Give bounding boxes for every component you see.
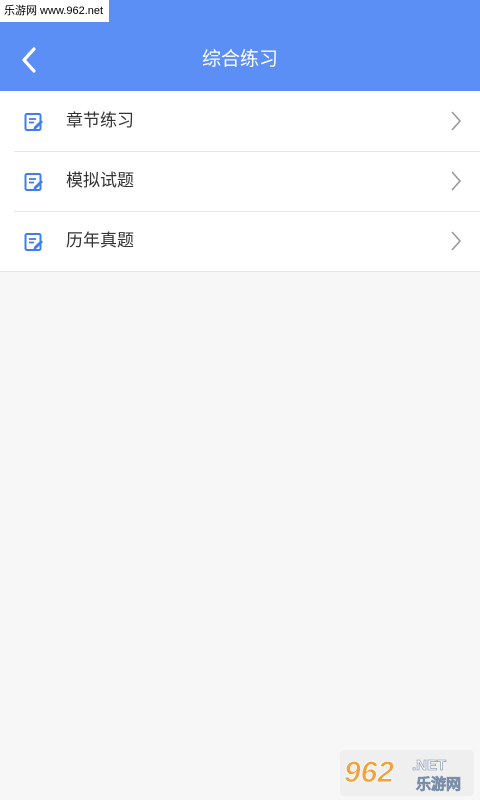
watermark-net-text: .NET: [412, 757, 446, 774]
menu-item-mock-exam[interactable]: 模拟试题: [0, 151, 480, 211]
edit-document-icon: [24, 113, 43, 131]
menu-item-label: 历年真题: [66, 231, 134, 250]
edit-document-icon: [24, 173, 43, 191]
menu-item-label: 章节练习: [66, 111, 134, 130]
chevron-right-icon: [451, 111, 462, 131]
chevron-right-icon: [451, 171, 462, 191]
watermark-logo-number: 962: [344, 756, 394, 789]
watermark-logo: 962 .NET 乐游网: [340, 750, 474, 796]
practice-menu-list: 章节练习 模拟试题 历年真题: [0, 91, 480, 272]
page-title: 综合练习: [201, 49, 278, 70]
watermark-top: 乐游网 www.962.net: [0, 0, 110, 22]
watermark-site-text: 乐游网: [416, 775, 461, 793]
edit-document-icon: [24, 233, 43, 251]
menu-item-label: 模拟试题: [66, 171, 134, 190]
chevron-right-icon: [451, 231, 462, 251]
menu-item-chapter-practice[interactable]: 章节练习: [0, 91, 480, 151]
menu-item-past-exams[interactable]: 历年真题: [0, 211, 480, 271]
